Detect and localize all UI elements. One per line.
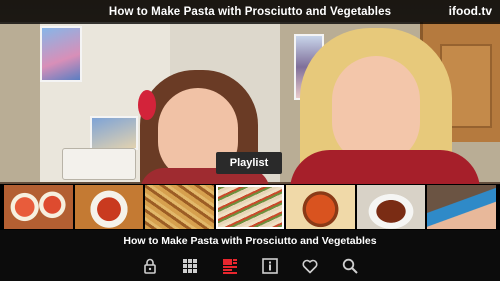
bottom-toolbar <box>0 252 500 280</box>
girl-bow <box>138 90 156 120</box>
thumbnail-sauce-dish[interactable] <box>286 185 355 229</box>
lock-icon <box>144 258 156 274</box>
playlist-button[interactable] <box>218 254 242 278</box>
video-title: How to Make Pasta with Prosciutto and Ve… <box>108 6 392 18</box>
fridge-dispenser <box>62 148 136 180</box>
fridge-photo <box>40 26 82 82</box>
playlist-label[interactable]: Playlist <box>216 152 282 174</box>
now-playing-caption: How to Make Pasta with Prosciutto and Ve… <box>123 235 377 247</box>
favorite-button[interactable] <box>298 254 322 278</box>
thumbnail-bruschetta[interactable] <box>4 185 73 229</box>
brand-logo: ifood.tv <box>448 4 492 18</box>
grid-icon <box>183 259 197 273</box>
playlist-icon <box>223 259 237 274</box>
playlist-strip[interactable] <box>0 184 500 230</box>
thumbnail-pasta-vegetables[interactable] <box>215 185 285 229</box>
search-icon <box>342 258 358 274</box>
woman-face <box>332 56 420 164</box>
info-button[interactable] <box>258 254 282 278</box>
thumbnail-chef-video[interactable] <box>427 185 497 229</box>
title-bar: How to Make Pasta with Prosciutto and Ve… <box>0 0 500 24</box>
lock-button[interactable] <box>138 254 162 278</box>
grid-button[interactable] <box>178 254 202 278</box>
info-icon <box>262 258 278 274</box>
thumbnail-soup-bowl[interactable] <box>356 185 426 229</box>
heart-icon <box>302 259 318 274</box>
thumbnail-fried-pasta[interactable] <box>145 185 214 229</box>
thumbnail-tomato-sauce[interactable] <box>74 185 144 229</box>
fridge-photo <box>90 116 138 150</box>
search-button[interactable] <box>338 254 362 278</box>
